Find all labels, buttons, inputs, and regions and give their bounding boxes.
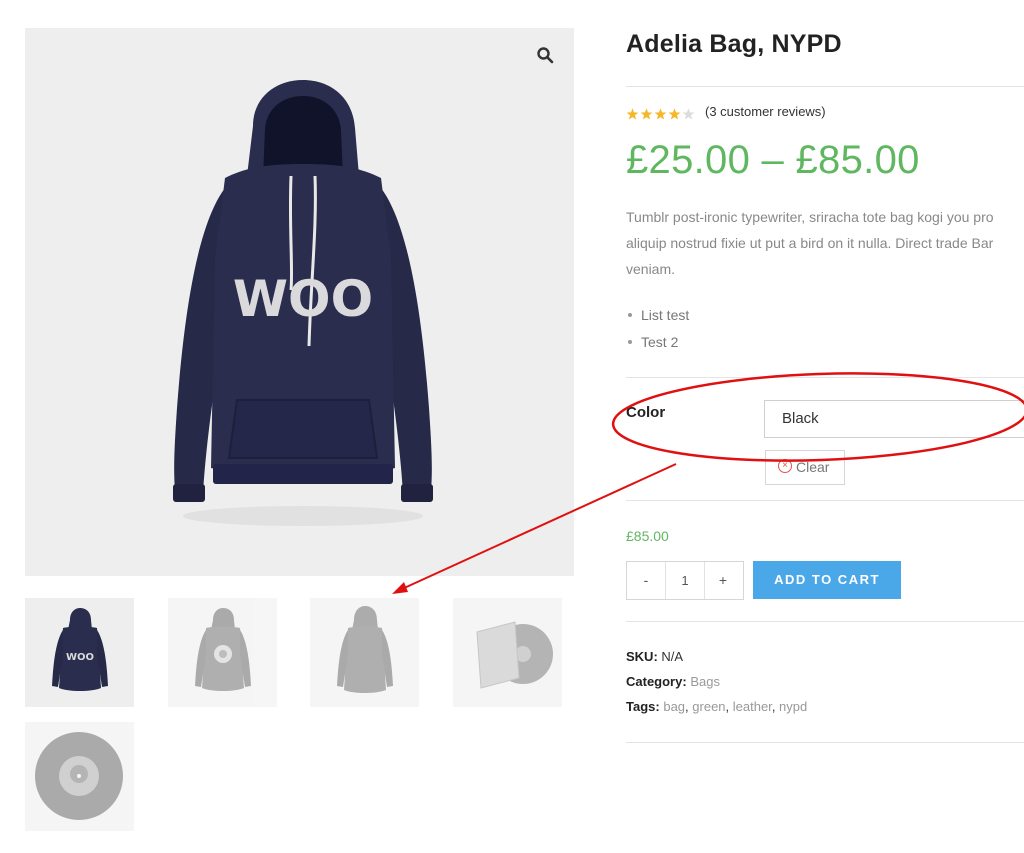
sku-value: N/A [661, 649, 684, 664]
color-label: Color [626, 404, 666, 421]
tags-row: Tags: bag, green, leather, nypd [626, 699, 807, 714]
star-icon [626, 108, 639, 120]
star-icons [626, 108, 695, 120]
divider [626, 742, 1024, 743]
arrow-head-icon [392, 582, 408, 594]
sku-row: SKU: N/A [626, 649, 683, 664]
tags-label: Tags: [626, 699, 660, 714]
search-icon [537, 47, 554, 64]
star-rating [626, 108, 696, 121]
tag-link[interactable]: bag [663, 699, 685, 714]
quantity-input[interactable]: 1 [665, 562, 705, 599]
image-zoom-button[interactable] [536, 46, 554, 64]
bullet-icon [628, 312, 632, 317]
category-label: Category: [626, 674, 687, 689]
main-product-image[interactable]: WOO [25, 28, 574, 576]
description-line: Tumblr post-ironic typewriter, sriracha … [626, 209, 994, 225]
tag-link[interactable]: green [692, 699, 725, 714]
color-select-value: Black [782, 410, 819, 427]
price-range: £25.00 – £85.00 [626, 138, 920, 182]
category-row: Category: Bags [626, 674, 720, 689]
sku-label: SKU: [626, 649, 658, 664]
gallery-thumb-2[interactable] [168, 598, 277, 707]
gallery-thumb-1[interactable]: WOO [25, 598, 134, 707]
quantity-increase-button[interactable]: + [704, 562, 742, 599]
list-item-text: List test [641, 307, 690, 323]
divider [626, 500, 1024, 501]
tag-link[interactable]: leather [733, 699, 772, 714]
thumb-print-text: WOO [66, 652, 94, 663]
grey-hoodie-thumbnail [195, 608, 251, 691]
description-line: aliquip nostrud fixie ut put a bird on i… [626, 235, 994, 251]
category-link[interactable]: Bags [690, 674, 720, 689]
variation-price: £85.00 [626, 528, 669, 544]
list-item: List test [626, 305, 689, 332]
tag-link[interactable]: nypd [779, 699, 807, 714]
bullet-icon [628, 339, 632, 344]
gallery-thumb-4[interactable] [453, 598, 562, 707]
hoodie-image: WOO [173, 80, 433, 526]
album-thumbnail [476, 621, 553, 689]
hoodie-back-thumbnail [337, 606, 393, 693]
close-circle-icon: × [778, 459, 792, 473]
divider [626, 377, 1024, 378]
customer-reviews-link[interactable]: (3 customer reviews) [705, 104, 826, 119]
divider [626, 86, 1024, 87]
add-to-cart-button[interactable]: ADD TO CART [753, 561, 901, 599]
product-title: Adelia Bag, NYPD [626, 30, 842, 58]
product-description: Tumblr post-ironic typewriter, sriracha … [626, 204, 1024, 282]
color-select[interactable]: Black [764, 400, 1024, 438]
divider [626, 621, 1024, 622]
description-line: veniam. [626, 261, 676, 277]
feature-list: List test Test 2 [626, 305, 689, 359]
hoodie-print-text: WOO [233, 270, 373, 328]
tag-separator: , [771, 699, 780, 714]
star-icon [682, 108, 695, 120]
quantity-stepper: - 1 + [626, 561, 744, 600]
vinyl-record-thumbnail [35, 732, 123, 820]
hoodie-thumbnail: WOO [52, 608, 108, 691]
star-icon [654, 108, 667, 120]
star-icon [668, 108, 681, 120]
list-item-text: Test 2 [641, 334, 679, 350]
clear-selection-button[interactable]: × Clear [765, 450, 845, 485]
star-icon [640, 108, 653, 120]
list-item: Test 2 [626, 332, 689, 359]
quantity-decrease-button[interactable]: - [627, 562, 665, 599]
gallery-thumb-3[interactable] [310, 598, 419, 707]
clear-label: Clear [796, 459, 830, 475]
gallery-thumb-5[interactable] [25, 722, 134, 831]
tag-separator: , [725, 699, 733, 714]
